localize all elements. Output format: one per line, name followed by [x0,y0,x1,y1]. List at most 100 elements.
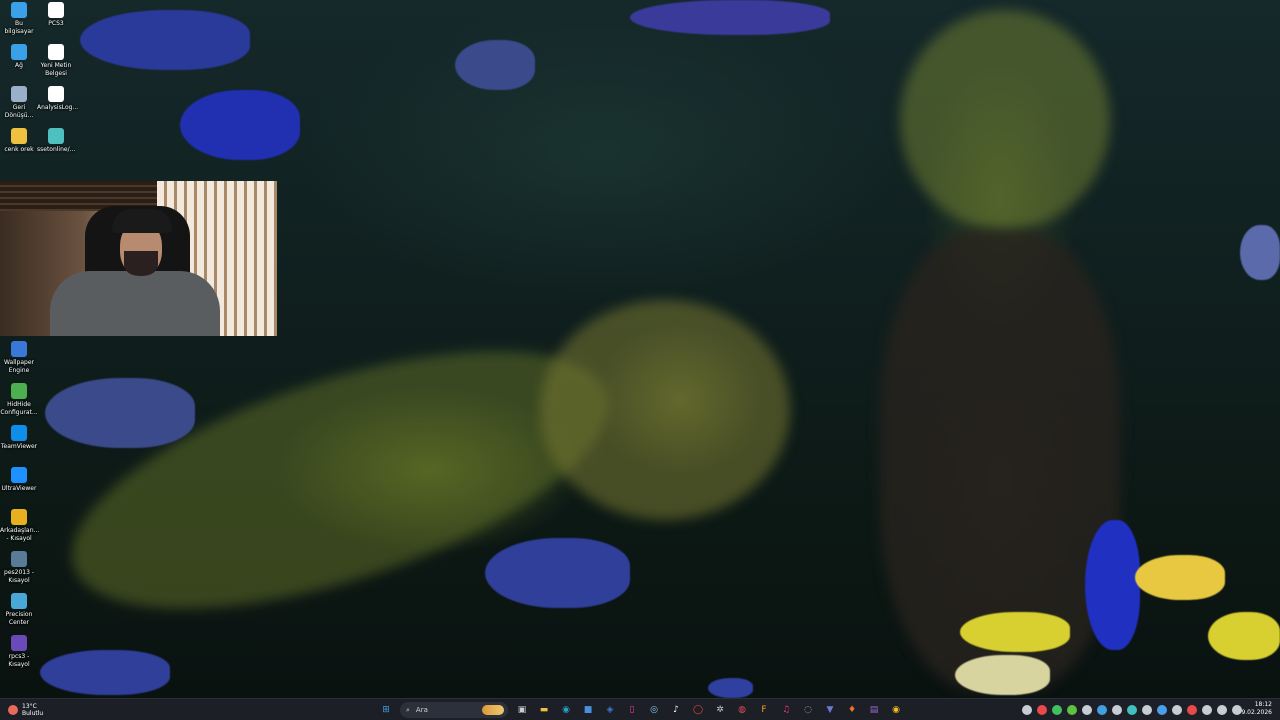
app-gray-icon: ◌ [804,705,812,715]
wallpaper-statue-head [540,300,790,520]
desktop-icon[interactable]: PCS3 [37,2,75,28]
settings-icon: ✲ [716,705,724,715]
xbox-tray-icon[interactable] [1067,705,1077,715]
webcam-person-beard [124,251,158,276]
tray-icon-9[interactable] [1142,705,1152,715]
desktop-icon[interactable]: Bu bilgisayar [0,2,38,36]
app-gray-button[interactable]: ◌ [800,702,816,718]
tray-icon-1[interactable] [1022,705,1032,715]
tray-icon-11[interactable] [1172,705,1182,715]
app-icon [48,128,64,144]
tiktok-icon: ♪ [673,705,679,715]
computer-icon [11,2,27,18]
edge-button[interactable]: ◉ [558,702,574,718]
app-active-icon: ▯ [629,705,635,715]
proton-vpn-icon: ▼ [826,705,834,715]
desktop-icon[interactable]: UltraViewer [0,467,38,493]
obs-button[interactable]: ▤ [866,702,882,718]
rpcs3-icon [11,635,27,651]
edge-icon: ◉ [562,705,570,715]
chatgpt-icon: ◎ [650,705,658,715]
desktop-icon[interactable]: ssetonline/... [37,128,75,154]
figma-icon: F [761,705,767,715]
desktop-icon-label: Geri Dönüşü... [4,104,34,119]
desktop-icon[interactable]: Yeni Metin Belgesi [37,44,75,78]
precision-icon [11,593,27,609]
webcam-person [50,271,220,336]
chatgpt-button[interactable]: ◎ [646,702,662,718]
desktop-icon-label: TeamViewer [0,443,38,450]
wallpaper-fish [708,678,753,698]
wallpaper-fish [630,0,830,35]
network-tray-icon[interactable] [1217,705,1227,715]
wallpaper-fish [485,538,630,608]
task-view-icon: ▣ [517,705,527,715]
desktop-icon[interactable]: cenk orek [0,128,38,154]
opera-button[interactable]: ◯ [690,702,706,718]
app-yellow-button[interactable]: ◉ [888,702,904,718]
tray-icon-5[interactable] [1082,705,1092,715]
desktop-icon-label: Ağ [15,62,23,69]
text-file-icon [48,44,64,60]
desktop-icon[interactable]: rpcs3 - Kısayol [0,635,38,669]
desktop-icon-label: Yeni Metin Belgesi [40,62,72,77]
search-box[interactable]: ⌕ Ara [400,702,508,718]
tray-icon-8[interactable] [1127,705,1137,715]
desktop-icon-label: cenk orek [4,146,34,153]
wallpaper-fish [40,650,170,695]
capcut-button[interactable]: ♫ [778,702,794,718]
capcut-icon: ♫ [781,705,791,715]
wallpaper-fish [180,90,300,160]
bluetooth-tray-icon[interactable] [1157,705,1167,715]
task-view-button[interactable]: ▣ [514,702,530,718]
desktop-icon[interactable]: Ağ [0,44,38,70]
desktop-icon[interactable]: Geri Dönüşü... [0,86,38,120]
wallpaper-cat-statue-head [900,10,1110,230]
settings-button[interactable]: ✲ [712,702,728,718]
webcam-overlay [0,181,277,336]
desktop-icon-label: UltraViewer [1,485,37,492]
app-red-button[interactable]: ◍ [734,702,750,718]
weather-widget[interactable]: 13°C Bulutlu [8,701,43,719]
file-explorer-button[interactable]: ▬ [536,702,552,718]
proton-vpn-button[interactable]: ▼ [822,702,838,718]
figma-button[interactable]: F [756,702,772,718]
desktop-icon[interactable]: Arkadaşları... - Kısayol [0,509,39,543]
desktop-icon[interactable]: AnalysisLog... [37,86,78,112]
shortcut-icon [11,509,27,525]
taskbar-clock[interactable]: 18:12 9.02.2026 [1241,701,1272,717]
tray-icon-7[interactable] [1112,705,1122,715]
wallpaper-fish [1135,555,1225,600]
desktop-icon-label: Wallpaper Engine [3,359,34,374]
wallpaper-fish [1085,520,1140,650]
desktop-icon[interactable]: HidHide Configurat... [0,383,38,417]
whatsapp-tray-icon[interactable] [1052,705,1062,715]
mail-icon: ◈ [606,705,614,715]
start-button[interactable]: ⊞ [378,702,394,718]
tray-icon-2[interactable] [1037,705,1047,715]
desktop-icon-label: ssetonline/... [37,146,76,153]
app-active-button[interactable]: ▯ [624,702,640,718]
desktop-icon[interactable]: Wallpaper Engine [0,341,38,375]
store-button[interactable]: ■ [580,702,596,718]
wallpaper-engine-icon [11,341,27,357]
wallpaper-fish [1208,612,1280,660]
desktop-icon[interactable]: Precision Center [0,593,38,627]
tray-icon-6[interactable] [1097,705,1107,715]
desktop-icon[interactable]: TeamViewer [0,425,38,451]
tray-icon-12[interactable] [1187,705,1197,715]
start-icon: ⊞ [382,705,390,715]
tiktok-button[interactable]: ♪ [668,702,684,718]
brave-icon: ♦ [847,705,857,715]
tray-icon-13[interactable] [1202,705,1212,715]
wallpaper-fish [45,378,195,448]
desktop-icon[interactable]: pes2013 - Kısayol [0,551,38,585]
search-placeholder: Ara [415,706,428,714]
folder-icon [11,128,27,144]
mail-button[interactable]: ◈ [602,702,618,718]
wallpaper-fish [455,40,535,90]
taskbar: 13°C Bulutlu ⊞ ⌕ Ara ▣ ▬ ◉ ■ ◈ ▯ ◎ ♪ ◯ ✲ ◍ F ♫ ◌ ▼ ♦ ▤ ◉ 18:… [0,698,1280,720]
wallpaper-fish [80,10,250,70]
brave-button[interactable]: ♦ [844,702,860,718]
wallpaper-fish [1240,225,1280,280]
